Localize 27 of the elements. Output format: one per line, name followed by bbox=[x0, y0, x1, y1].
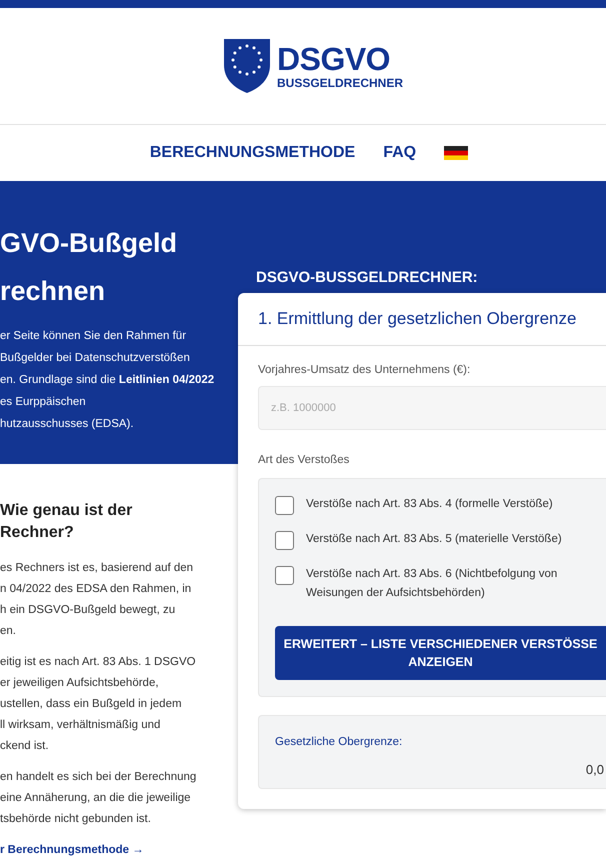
info-paragraph: es Rechners ist es, basierend auf den n 04/2022 des EDSA den Rahmen, in h ein DSGVO-Bußgeld bewegt, zu en. bbox=[0, 561, 194, 639]
nav-link[interactable]: FAQ bbox=[383, 144, 416, 162]
checkbox[interactable] bbox=[275, 566, 294, 585]
expand-button[interactable]: ERWEITERT – LISTE VERSCHIEDENER VERSTÖSSE ANZEIGEN bbox=[275, 626, 606, 680]
info-paragraph: en handelt es sich bei der Berechnung eine Annäherung, an die die jeweilige tsbehörde nicht gebunden ist. bbox=[0, 770, 198, 827]
german-flag-icon[interactable] bbox=[444, 146, 468, 160]
info-paragraph: eitig ist es nach Art. 83 Abs. 1 DSGVO er jeweiligen Aufsichtsbehörde, ustellen, dass ein Bußgeld in jedem ll wirksam, verhältnismäßig und ckend ist. bbox=[0, 655, 197, 754]
method-link[interactable]: r Berechnungsmethode → bbox=[0, 844, 144, 856]
revenue-label: Vorjahres-Umsatz des Unternehmens (€): bbox=[258, 364, 472, 376]
checkbox[interactable] bbox=[275, 531, 294, 550]
card-title: 1. Ermittlung der gesetzlichen Obergrenze bbox=[238, 293, 606, 346]
revenue-input[interactable]: z.B. 1000000 bbox=[258, 386, 606, 430]
result-value: 0,0 bbox=[586, 762, 604, 777]
logo-subtitle: BUSSGELDRECHNER bbox=[276, 77, 403, 89]
intro-paragraph: er Seite können Sie den Rahmen für Bußgelder bei Datenschutzverstößen en. Grundlage sind die Leitlinien 04/2022 es Eurppäischen hutzausschusses (EDSA). bbox=[0, 329, 216, 432]
checkbox-label: Verstöße nach Art. 83 Abs. 5 (materielle Verstöße) bbox=[306, 532, 563, 547]
checkbox-label: Verstöße nach Art. 83 Abs. 4 (formelle Verstöße) bbox=[306, 497, 554, 512]
checkbox-label: Verstöße nach Art. 83 Abs. 6 (Nichtbefolgung von Weisungen der Aufsichtsbehörden) bbox=[306, 567, 558, 601]
calculator-title: DSGVO-BUSSGELDRECHNER: bbox=[256, 269, 479, 286]
logo-title: DSGVO bbox=[276, 43, 392, 75]
checkbox[interactable] bbox=[275, 496, 294, 515]
page-title: GVO-Bußgeld rechnen bbox=[0, 227, 178, 308]
violation-label: Art des Verstoßes bbox=[258, 454, 350, 466]
shield-logo-icon bbox=[222, 38, 271, 94]
result-label: Gesetzliche Obergrenze: bbox=[275, 736, 404, 748]
section-heading: Wie genau ist der Rechner? bbox=[0, 501, 134, 543]
nav-link[interactable]: BERECHNUNGSMETHODE bbox=[150, 144, 356, 162]
